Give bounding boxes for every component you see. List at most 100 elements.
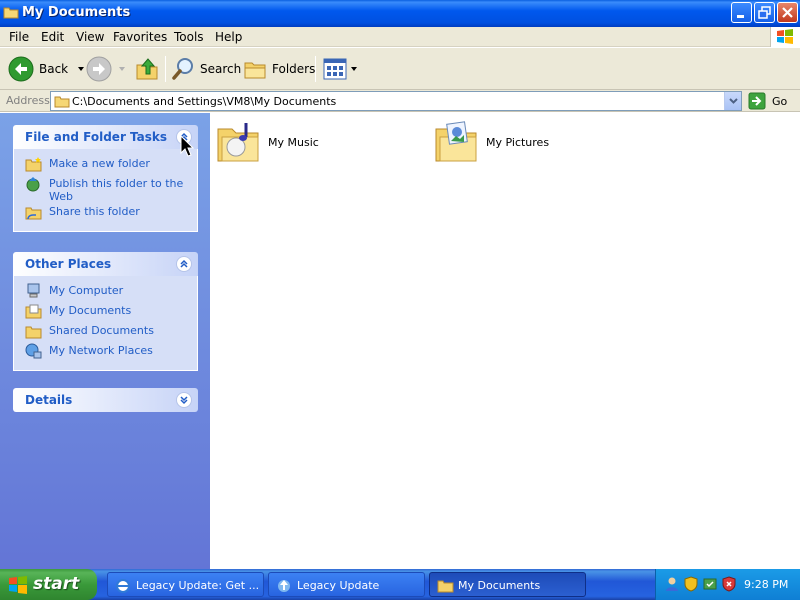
place-my-network-places[interactable]: My Network Places: [24, 342, 187, 362]
views-button[interactable]: [323, 54, 359, 84]
task-make-new-folder[interactable]: Make a new folder: [24, 155, 187, 175]
address-label: Address: [6, 94, 50, 107]
network-icon: [25, 343, 42, 359]
security-alert-icon[interactable]: [721, 576, 737, 592]
forward-button[interactable]: [86, 54, 127, 84]
task-label: Share this folder: [49, 205, 140, 218]
panel-title: Other Places: [25, 257, 112, 271]
file-folder-tasks-panel: File and Folder Tasks Make a new folder …: [13, 125, 198, 232]
address-bar: Address C:\Documents and Settings\VM8\My…: [0, 90, 800, 112]
go-arrow-icon: [748, 92, 766, 110]
address-input[interactable]: C:\Documents and Settings\VM8\My Documen…: [50, 91, 742, 111]
address-path: C:\Documents and Settings\VM8\My Documen…: [72, 95, 337, 108]
file-item-my-music[interactable]: My Music: [216, 119, 319, 165]
publish-web-icon: [26, 177, 40, 192]
chevron-down-icon: [729, 98, 738, 104]
task-label: Publish this folder to the Web: [49, 177, 184, 203]
clock: 9:28 PM: [744, 578, 789, 591]
other-places-panel: Other Places My Computer My Documents Sh…: [13, 252, 198, 371]
documents-icon: [25, 304, 42, 319]
place-my-documents[interactable]: My Documents: [24, 302, 187, 322]
panel-title: File and Folder Tasks: [25, 130, 168, 144]
details-panel: Details: [13, 388, 198, 412]
place-shared-documents[interactable]: Shared Documents: [24, 322, 187, 342]
start-button[interactable]: start: [0, 569, 97, 600]
folder-icon: [54, 94, 70, 111]
windows-logo-icon: [9, 576, 27, 594]
share-folder-icon: [25, 207, 42, 220]
menu-file[interactable]: File: [9, 30, 29, 44]
task-share-folder[interactable]: Share this folder: [24, 203, 187, 223]
search-button[interactable]: Search: [171, 54, 241, 84]
start-label: start: [33, 574, 80, 594]
task-label: Legacy Update: Get ...: [136, 579, 260, 592]
menu-favorites[interactable]: Favorites: [113, 30, 167, 44]
toolbar: Back Search Folders: [0, 48, 800, 90]
task-label: Make a new folder: [49, 157, 150, 170]
chevron-down-icon: [351, 67, 357, 71]
back-label: Back: [39, 62, 69, 76]
folders-button[interactable]: Folders: [243, 54, 315, 84]
address-dropdown-button[interactable]: [724, 92, 741, 110]
file-label: My Music: [268, 135, 319, 149]
task-pane: File and Folder Tasks Make a new folder …: [0, 113, 210, 569]
go-label: Go: [772, 94, 788, 108]
place-label: My Network Places: [49, 344, 153, 357]
legacy-update-icon: [278, 580, 290, 592]
task-label: Legacy Update: [297, 579, 380, 592]
place-label: My Documents: [49, 304, 132, 317]
menu-view[interactable]: View: [76, 30, 104, 44]
details-header[interactable]: Details: [13, 388, 198, 412]
place-label: Shared Documents: [49, 324, 154, 337]
collapse-icon[interactable]: [176, 256, 192, 272]
internet-explorer-icon: [116, 579, 130, 593]
expand-icon[interactable]: [176, 392, 192, 408]
folder-icon: [3, 5, 19, 19]
computer-icon: [27, 283, 40, 298]
file-folder-tasks-header[interactable]: File and Folder Tasks: [13, 125, 198, 149]
file-list: My Music My Pictures: [210, 113, 800, 569]
up-folder-button[interactable]: [134, 54, 160, 84]
taskbar-item-legacy-update[interactable]: Legacy Update: [268, 572, 425, 597]
pictures-folder-icon: [435, 121, 477, 162]
place-label: My Computer: [49, 284, 124, 297]
back-arrow-icon: [8, 56, 34, 82]
windows-logo-icon: [770, 27, 800, 47]
panel-body: Make a new folder Publish this folder to…: [13, 149, 198, 232]
update-tray-icon[interactable]: [702, 576, 718, 592]
panel-title: Details: [25, 393, 73, 407]
views-icon: [323, 58, 347, 80]
menu-bar: File Edit View Favorites Tools Help: [0, 27, 800, 47]
chevron-down-icon: [119, 67, 125, 71]
go-button[interactable]: Go: [748, 92, 787, 110]
task-publish-folder-web[interactable]: Publish this folder to the Web: [24, 175, 187, 203]
menu-edit[interactable]: Edit: [41, 30, 64, 44]
other-places-header[interactable]: Other Places: [13, 252, 198, 276]
system-tray: 9:28 PM: [655, 569, 800, 600]
folders-icon: [244, 62, 266, 79]
taskbar: start Legacy Update: Get ... Legacy Upda…: [0, 569, 800, 600]
new-folder-icon: [25, 157, 42, 172]
folders-label: Folders: [272, 62, 316, 76]
folder-icon: [437, 580, 454, 593]
user-tray-icon[interactable]: [664, 576, 680, 592]
search-icon: [172, 58, 193, 80]
task-label: My Documents: [458, 579, 541, 592]
minimize-button[interactable]: [731, 2, 752, 23]
place-my-computer[interactable]: My Computer: [24, 282, 187, 302]
maximize-button[interactable]: [754, 2, 775, 23]
file-label: My Pictures: [486, 135, 550, 149]
menu-tools[interactable]: Tools: [174, 30, 204, 44]
menu-help[interactable]: Help: [215, 30, 242, 44]
forward-arrow-icon: [86, 56, 112, 82]
close-button[interactable]: [777, 2, 798, 23]
mouse-cursor-icon: [180, 135, 194, 157]
file-item-my-pictures[interactable]: My Pictures: [434, 119, 549, 165]
back-button[interactable]: Back: [8, 54, 86, 84]
security-shield-icon[interactable]: [683, 576, 699, 592]
panel-body: My Computer My Documents Shared Document…: [13, 276, 198, 371]
title-bar[interactable]: My Documents: [0, 0, 800, 27]
taskbar-item-legacy-update-ie[interactable]: Legacy Update: Get ...: [107, 572, 264, 597]
chevron-down-icon[interactable]: [76, 64, 86, 74]
taskbar-item-my-documents[interactable]: My Documents: [429, 572, 586, 597]
